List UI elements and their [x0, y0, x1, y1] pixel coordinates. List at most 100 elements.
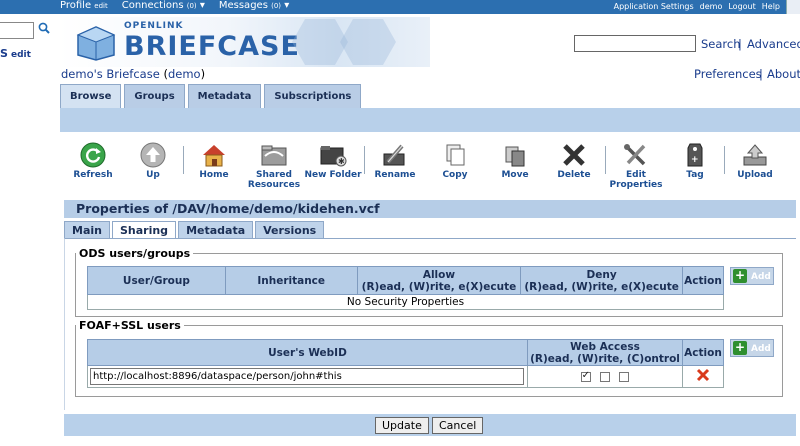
tab-properties-metadata[interactable]: Metadata: [178, 221, 254, 238]
sidebar-heading: S: [0, 47, 8, 60]
tools-icon: [624, 144, 646, 166]
tab-main[interactable]: Main: [64, 221, 110, 238]
edit-properties-button[interactable]: Edit Properties: [605, 142, 667, 190]
messages-count: (0): [271, 2, 282, 10]
tag-label: Tag: [686, 170, 704, 180]
new-folder-icon: ✱: [320, 146, 347, 167]
messages-menu[interactable]: Messages (0) ▾: [219, 0, 289, 11]
deny-subtitle: (R)ead, (W)rite, e(X)ecute: [524, 280, 679, 293]
rename-button[interactable]: Rename: [364, 142, 426, 180]
profile-menu[interactable]: Profile edit: [60, 0, 108, 11]
delete-button[interactable]: Delete: [543, 142, 605, 180]
delete-x-icon: [563, 144, 585, 166]
add-label: Add: [751, 344, 771, 354]
tab-browse[interactable]: Browse: [60, 84, 122, 108]
decorative-hexagon-icon: [340, 19, 396, 65]
empty-table-message: No Security Properties: [87, 294, 724, 310]
column-header-allow: Allow (R)ead, (W)rite, e(X)ecute: [356, 266, 522, 295]
write-checkbox[interactable]: [599, 371, 610, 382]
home-icon: [203, 145, 225, 167]
dropdown-arrow-icon: ▾: [199, 0, 205, 11]
preferences-link[interactable]: Preferences: [694, 67, 762, 81]
rename-label: Rename: [374, 170, 416, 180]
profile-label: Profile: [60, 0, 92, 11]
webid-cell: [87, 365, 528, 388]
allow-subtitle: (R)ead, (W)rite, e(X)ecute: [361, 280, 517, 293]
tab-metadata[interactable]: Metadata: [187, 84, 262, 108]
profile-edit-link[interactable]: edit: [94, 2, 107, 10]
upload-button[interactable]: Upload: [724, 142, 786, 180]
tab-sharing[interactable]: Sharing: [111, 221, 177, 239]
up-button[interactable]: Up: [122, 142, 184, 180]
tag-button[interactable]: + Tag: [664, 142, 726, 180]
logout-link[interactable]: Logout: [728, 2, 755, 11]
webid-input[interactable]: [90, 368, 524, 385]
link-separator: |: [759, 67, 763, 81]
new-folder-label: New Folder: [304, 170, 362, 180]
link-separator: |: [738, 37, 742, 51]
home-button[interactable]: Home: [183, 142, 245, 180]
help-link[interactable]: Help: [762, 2, 780, 11]
column-header-deny: Deny (R)ead, (W)rite, e(X)ecute: [520, 266, 683, 295]
update-button[interactable]: Update: [375, 417, 429, 434]
plus-icon: +: [733, 268, 747, 283]
add-foaf-user-button[interactable]: + Add: [730, 339, 774, 357]
add-ods-user-button[interactable]: + Add: [730, 267, 774, 285]
delete-row-icon[interactable]: [696, 368, 710, 382]
copy-icon: [446, 144, 465, 166]
tab-groups[interactable]: Groups: [124, 84, 185, 108]
move-button[interactable]: Move: [484, 142, 546, 180]
dropdown-arrow-icon: ▾: [284, 0, 290, 11]
upload-label: Upload: [737, 170, 773, 180]
connections-count: (0): [186, 2, 197, 10]
refresh-label: Refresh: [73, 170, 113, 180]
add-label: Add: [751, 272, 771, 282]
search-icon[interactable]: [38, 22, 50, 37]
sidebar-search-input[interactable]: [0, 22, 34, 39]
column-header-action: Action: [682, 339, 724, 366]
foaf-webid-table: User's WebID Web Access (R)ead, (W)rite, …: [87, 339, 724, 388]
connections-menu[interactable]: Connections (0) ▾: [122, 0, 205, 11]
application-settings-link[interactable]: Application Settings: [614, 2, 694, 11]
ods-section-legend: ODS users/groups: [79, 247, 191, 260]
home-label: Home: [199, 170, 229, 180]
table-row: [87, 365, 724, 388]
shared-resources-label: Shared Resources: [247, 170, 301, 190]
read-checkbox[interactable]: [580, 370, 591, 382]
search-link[interactable]: Search: [701, 37, 741, 51]
column-header-inheritance: Inheritance: [224, 266, 358, 295]
advanced-search-link[interactable]: Advanced: [747, 37, 800, 51]
briefcase-home-link[interactable]: demo's Briefcase: [61, 67, 160, 81]
user-link[interactable]: demo: [700, 2, 723, 11]
top-navigation-bar: Profile edit Connections (0) ▾ Messages …: [0, 0, 800, 14]
tab-versions[interactable]: Versions: [255, 221, 325, 238]
shared-resources-button[interactable]: Shared Resources: [243, 142, 305, 190]
messages-label: Messages: [218, 0, 268, 11]
control-checkbox[interactable]: [619, 371, 630, 382]
column-header-webid: User's WebID: [87, 339, 528, 366]
tab-subscriptions[interactable]: Subscriptions: [264, 84, 362, 108]
allow-title: Allow: [422, 268, 456, 281]
column-header-user-group: User/Group: [87, 266, 226, 295]
svg-text:+: +: [691, 155, 699, 165]
shared-folder-icon: [261, 145, 287, 166]
connections-label: Connections: [121, 0, 184, 11]
about-link[interactable]: About: [767, 67, 800, 81]
foaf-section-legend: FOAF+SSL users: [79, 319, 181, 332]
form-actions-bar: [64, 414, 796, 436]
cancel-button[interactable]: Cancel: [432, 417, 484, 434]
briefcase-logo-icon: [76, 26, 116, 61]
header-search-input[interactable]: [574, 35, 696, 52]
refresh-button[interactable]: Refresh: [62, 142, 124, 180]
sidebar-edit-link[interactable]: edit: [11, 50, 31, 60]
web-access-cell: [526, 365, 684, 388]
new-folder-button[interactable]: ✱ New Folder: [302, 142, 364, 180]
deny-title: Deny: [586, 268, 617, 281]
tab-content-strip: [60, 108, 800, 132]
copy-button[interactable]: Copy: [424, 142, 486, 180]
svg-text:✱: ✱: [338, 157, 345, 166]
ods-permissions-table: User/Group Inheritance Allow (R)ead, (W)r…: [87, 266, 725, 310]
up-arrow-icon: [140, 142, 166, 168]
properties-tabs: Main Sharing Metadata Versions: [64, 221, 325, 239]
breadcrumb-user-link[interactable]: demo: [168, 67, 201, 81]
